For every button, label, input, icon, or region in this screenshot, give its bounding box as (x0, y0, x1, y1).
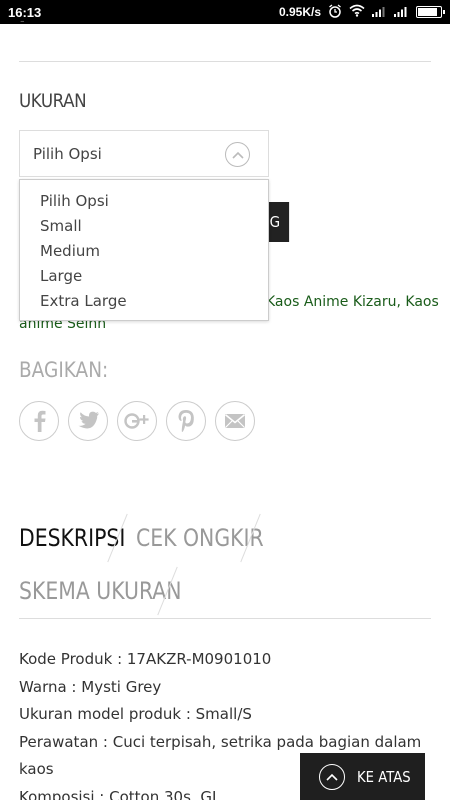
alarm-icon (328, 3, 342, 21)
pinterest-icon[interactable] (166, 401, 206, 441)
status-bar: 16:13 0.95K/s (0, 0, 450, 24)
description-line: Perawatan : Cuci terpisah, setrika pada … (19, 732, 422, 751)
chevron-up-icon (225, 142, 250, 167)
size-select[interactable]: Pilih Opsi (19, 130, 269, 177)
back-to-top-label: KE ATAS (357, 767, 411, 786)
signal-icon (372, 5, 387, 20)
tab-shipping-check[interactable]: CEK ONGKIR (136, 524, 264, 552)
size-option[interactable]: Extra Large (40, 289, 268, 314)
google-plus-icon[interactable] (117, 401, 157, 441)
tab-row: SKEMA UKURAN (19, 565, 186, 617)
back-to-top-button[interactable]: KE ATAS (300, 753, 425, 800)
size-option[interactable]: Small (40, 214, 268, 239)
size-label: UKURAN (19, 90, 87, 112)
partial-text: - (20, 14, 25, 29)
signal-icon (394, 5, 409, 20)
twitter-icon[interactable] (68, 401, 108, 441)
tag-link[interactable]: Kaos Anime Kizaru, Kaos (266, 291, 439, 313)
battery-icon (416, 6, 445, 18)
tab-row: DESKRIPSI CEK ONGKIR (19, 512, 269, 564)
share-label: BAGIKAN: (19, 358, 109, 382)
network-speed: 0.95K/s (278, 5, 321, 19)
size-dropdown: Pilih Opsi Small Medium Large Extra Large (19, 179, 269, 321)
size-option[interactable]: Large (40, 264, 268, 289)
divider (19, 618, 431, 619)
description-line: Warna : Mysti Grey (19, 677, 162, 696)
description-line: Kode Produk : 17AKZR-M0901010 (19, 650, 272, 668)
chevron-up-icon (319, 763, 345, 790)
facebook-icon[interactable] (19, 401, 59, 441)
tab-size-chart[interactable]: SKEMA UKURAN (19, 577, 182, 605)
size-select-value: Pilih Opsi (33, 144, 102, 163)
divider (19, 61, 431, 62)
email-icon[interactable] (215, 401, 255, 441)
wifi-icon (349, 4, 365, 20)
description-line: Ukuran model produk : Small/S (19, 705, 252, 723)
tab-description[interactable]: DESKRIPSI (19, 524, 125, 552)
share-buttons (19, 401, 255, 441)
size-option[interactable]: Pilih Opsi (40, 189, 268, 214)
size-option[interactable]: Medium (40, 239, 268, 264)
